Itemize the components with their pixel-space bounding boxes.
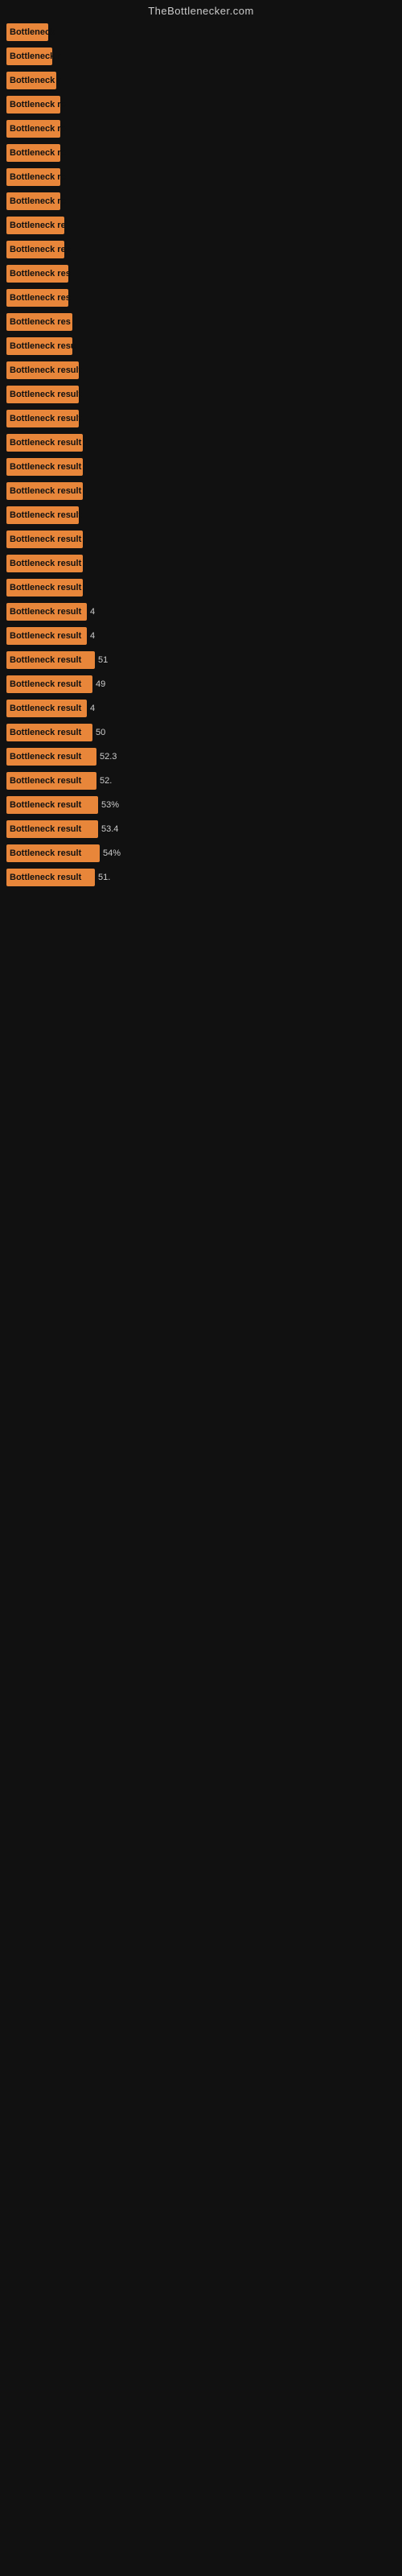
bar-label: Bottleneck result xyxy=(6,482,83,500)
bar-value: 52. xyxy=(100,776,124,786)
bar-label: Bottleneck r xyxy=(6,72,56,89)
bar-row: Bottleneck res xyxy=(0,262,402,286)
bar-value: 53% xyxy=(101,800,125,810)
bar-row: Bottleneck result xyxy=(0,576,402,600)
bar-row: Bottleneck result54% xyxy=(0,841,402,865)
bar-label: Bottleneck re xyxy=(6,96,60,114)
bar-label: Bottleneck result xyxy=(6,555,83,572)
bar-label: Bottleneck r xyxy=(6,47,52,65)
bar-label: Bottleneck result xyxy=(6,700,87,717)
bar-value: 49 xyxy=(96,679,120,689)
bar-label: Bottleneck res xyxy=(6,241,64,258)
bar-row: Bottleneck re xyxy=(0,213,402,237)
bar-label: Bottleneck re xyxy=(6,120,60,138)
bar-row: Bottleneck result51 xyxy=(0,648,402,672)
bar-label: Bottleneck re xyxy=(6,217,64,234)
bar-label: Bottleneck result xyxy=(6,603,87,621)
bar-row: Bottleneck r xyxy=(0,68,402,93)
bar-label: Bottleneck result xyxy=(6,651,95,669)
bar-label: Bottleneck result xyxy=(6,772,96,790)
bar-row: Bottleneck result 49 xyxy=(0,672,402,696)
bar-label: Bottleneck result xyxy=(6,844,100,862)
bar-label: Bottleneck result xyxy=(6,820,98,838)
bar-row: Bottleneck result53% xyxy=(0,793,402,817)
bar-row: Bottleneck result xyxy=(0,358,402,382)
bar-label: Bottleneck re xyxy=(6,168,60,186)
bar-row: Bottleneck result xyxy=(0,551,402,576)
bar-label: Bottleneck result xyxy=(6,434,83,452)
bar-label: Bottleneck result xyxy=(6,410,79,427)
bar-value: 51. xyxy=(98,873,122,882)
bar-label: Bottleneck result xyxy=(6,796,98,814)
bar-label: Bottleneck result xyxy=(6,579,83,597)
bar-row: Bottleneck result 50 xyxy=(0,720,402,745)
bar-value: 52.3 xyxy=(100,752,124,762)
bar-row: Bottleneck result xyxy=(0,407,402,431)
bar-row: Bottleneck re xyxy=(0,93,402,117)
bar-value: 4 xyxy=(90,607,114,617)
bar-row: Bottleneck result xyxy=(0,527,402,551)
bar-row: Bottleneck re xyxy=(0,141,402,165)
bar-row: Bottleneck result xyxy=(0,455,402,479)
bar-row: Bottleneck res xyxy=(0,286,402,310)
bar-label: Bottleneck result xyxy=(6,458,83,476)
bar-row: Bottleneck result4 xyxy=(0,600,402,624)
bar-label: Bottleneck result xyxy=(6,869,95,886)
bar-row: Bottleneck result51. xyxy=(0,865,402,890)
bar-label: Bottleneck res xyxy=(6,289,68,307)
bar-value: 53.4 xyxy=(101,824,125,834)
bar-row: Bottleneck result 52. xyxy=(0,769,402,793)
bar-row: Bottleneck res xyxy=(0,310,402,334)
bar-label: Bottleneck result xyxy=(6,361,79,379)
bar-row: Bottleneck result xyxy=(0,382,402,407)
bar-label: Bottleneck result xyxy=(6,506,79,524)
bar-value: 50 xyxy=(96,728,120,737)
bar-label: Bottleneck result xyxy=(6,675,92,693)
bar-label: Bottleneck result xyxy=(6,748,96,766)
bar-row: Bottleneck r xyxy=(0,44,402,68)
bar-value: 4 xyxy=(90,631,114,641)
bar-row: Bottleneck xyxy=(0,20,402,44)
bar-row: Bottleneck re xyxy=(0,117,402,141)
bar-value: 51 xyxy=(98,655,122,665)
bar-value: 54% xyxy=(103,848,127,858)
bar-row: Bottleneck result 52.3 xyxy=(0,745,402,769)
bar-label: Bottleneck result xyxy=(6,627,87,645)
bar-label: Bottleneck result xyxy=(6,530,83,548)
bar-label: Bottleneck res xyxy=(6,265,68,283)
bar-label: Bottleneck xyxy=(6,23,48,41)
bar-row: Bottleneck result xyxy=(0,479,402,503)
bar-row: Bottleneck result xyxy=(0,431,402,455)
bar-label: Bottleneck result xyxy=(6,386,79,403)
bar-value: 4 xyxy=(90,704,114,713)
bar-label: Bottleneck re xyxy=(6,192,60,210)
bar-row: Bottleneck res xyxy=(0,237,402,262)
bar-label: Bottleneck resu xyxy=(6,337,72,355)
bar-label: Bottleneck re xyxy=(6,144,60,162)
bar-row: Bottleneck result4 xyxy=(0,624,402,648)
bar-row: Bottleneck resu xyxy=(0,334,402,358)
bar-row: Bottleneck result xyxy=(0,503,402,527)
bar-row: Bottleneck result4 xyxy=(0,696,402,720)
bar-row: Bottleneck re xyxy=(0,165,402,189)
bar-row: Bottleneck re xyxy=(0,189,402,213)
bar-label: Bottleneck res xyxy=(6,313,72,331)
bar-row: Bottleneck result53.4 xyxy=(0,817,402,841)
site-title: TheBottlenecker.com xyxy=(0,0,402,20)
bar-label: Bottleneck result xyxy=(6,724,92,741)
